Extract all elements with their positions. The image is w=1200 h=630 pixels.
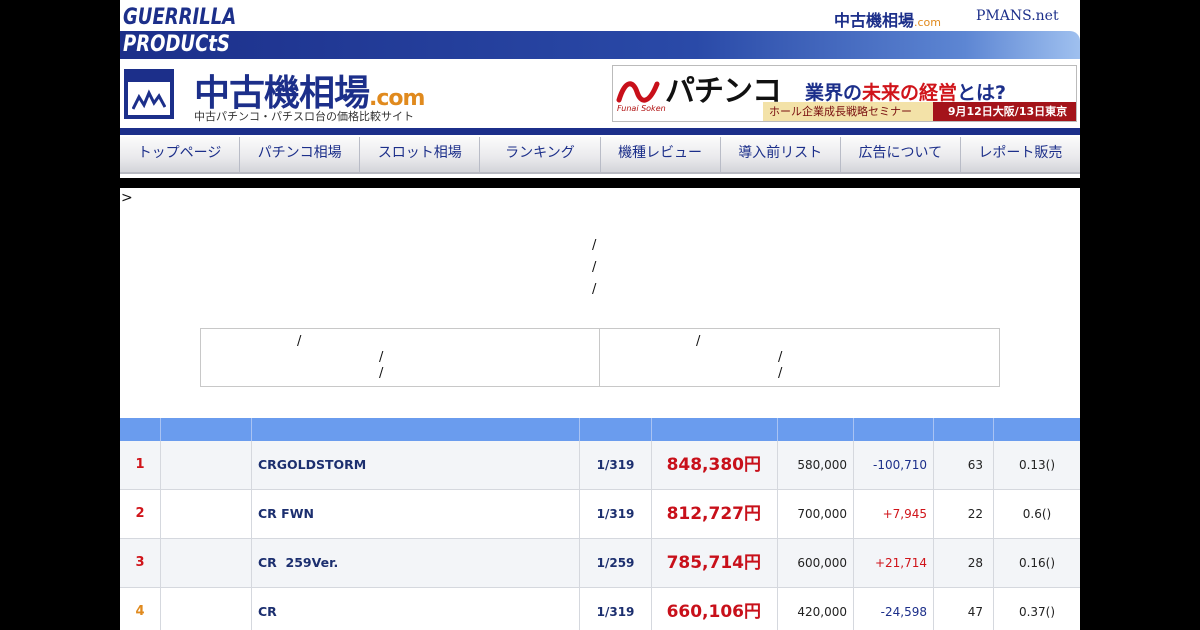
ad-seminar: ホール企業成長戦略セミナー [763, 102, 933, 121]
ad-banner[interactable]: Funai Soken パチンコ 業界の未来の経営とは? ホール企業成長戦略セミ… [612, 65, 1077, 122]
summary-separator: / [592, 260, 597, 275]
machine-image[interactable] [161, 441, 252, 490]
info-separator: / [379, 366, 384, 381]
price: 812,727円 [652, 490, 778, 539]
base-price: 600,000 [778, 539, 854, 588]
machine-name[interactable]: CR FWN [252, 490, 580, 539]
machine-image[interactable] [161, 490, 252, 539]
nav-ranking[interactable]: ランキング [480, 137, 601, 172]
guerrilla-brand-bar: GUERRILLA PRODUCtS 中古機相場.com PMANS.net [120, 0, 1080, 59]
info-separator: / [379, 350, 384, 365]
price-diff: -24,598 [854, 588, 934, 630]
machine-image[interactable] [161, 539, 252, 588]
table-header [120, 418, 1080, 441]
info-separator: / [297, 334, 302, 349]
table-row[interactable]: 1 CRGOLDSTORM 1/319 848,380円 580,000 -10… [120, 441, 1080, 490]
count: 47 [934, 588, 994, 630]
info-separator: / [778, 366, 783, 381]
ad-strip: ホール企業成長戦略セミナー 9月12日大阪/13日東京 [763, 102, 1076, 121]
divider-band [120, 178, 1080, 188]
price-diff: -100,710 [854, 441, 934, 490]
info-box: / / / / / / [200, 328, 1000, 387]
ad-dates: 9月12日大阪/13日東京 [947, 105, 1068, 118]
count: 63 [934, 441, 994, 490]
summary-separator: / [592, 238, 597, 253]
nav-top[interactable]: トップページ [120, 137, 241, 172]
machine-image[interactable] [161, 588, 252, 630]
nav-ads[interactable]: 広告について [841, 137, 961, 172]
rank: 1 [120, 441, 161, 490]
ratio: 0.37() [1018, 605, 1056, 619]
base-price: 580,000 [778, 441, 854, 490]
rank: 2 [120, 490, 161, 539]
base-price: 420,000 [778, 588, 854, 630]
price-diff: +7,945 [854, 490, 934, 539]
site-logo-icon[interactable] [124, 69, 174, 119]
toplink-pmans[interactable]: PMANS.net [976, 8, 1059, 24]
machine-name[interactable]: CR [252, 588, 580, 630]
guerrilla-logo-line1[interactable]: GUERRILLA [123, 5, 236, 30]
machine-name[interactable]: CRGOLDSTORM [252, 441, 580, 490]
info-separator: / [696, 334, 701, 349]
probability: 1/319 [580, 588, 652, 630]
table-row[interactable]: 4 CR 1/319 660,106円 420,000 -24,598 47 0… [120, 588, 1080, 630]
header-rule [120, 128, 1080, 135]
price: 660,106円 [652, 588, 778, 630]
price-diff: +21,714 [854, 539, 934, 588]
main-nav: トップページ パチンコ相場 スロット相場 ランキング 機種レビュー 導入前リスト… [120, 137, 1080, 174]
price: 848,380円 [652, 441, 778, 490]
guerrilla-logo-line2[interactable]: PRODUCtS [123, 32, 230, 57]
site-subtitle: 中古パチンコ・パチスロ台の価格比較サイト [194, 110, 414, 123]
price: 785,714円 [652, 539, 778, 588]
machine-name[interactable]: CR 259Ver. [252, 539, 580, 588]
count: 28 [934, 539, 994, 588]
info-separator: / [778, 350, 783, 365]
nav-pachinko[interactable]: パチンコ相場 [240, 137, 361, 172]
summary-separator: / [592, 282, 597, 297]
ratio: 0.6() [1022, 507, 1052, 521]
nav-prelist[interactable]: 導入前リスト [721, 137, 841, 172]
table-row[interactable]: 2 CR FWN 1/319 812,727円 700,000 +7,945 2… [120, 490, 1080, 539]
breadcrumb: > [121, 190, 133, 206]
nav-report[interactable]: レポート販売 [961, 137, 1080, 172]
ratio: 0.16() [1018, 556, 1056, 570]
ratio: 0.13() [1018, 458, 1056, 472]
nav-review[interactable]: 機種レビュー [601, 137, 721, 172]
page: GUERRILLA PRODUCtS 中古機相場.com PMANS.net 中… [120, 0, 1080, 630]
table-row[interactable]: 3 CR 259Ver. 1/259 785,714円 600,000 +21,… [120, 539, 1080, 588]
probability: 1/319 [580, 490, 652, 539]
ad-headline2: 業界の未来の経営とは? [805, 82, 1007, 104]
probability: 1/259 [580, 539, 652, 588]
nav-slot[interactable]: スロット相場 [360, 137, 481, 172]
ad-brand: Funai Soken [617, 104, 666, 113]
count: 22 [934, 490, 994, 539]
toplink-site[interactable]: 中古機相場.com [834, 7, 941, 31]
rank: 4 [120, 588, 161, 630]
base-price: 700,000 [778, 490, 854, 539]
probability: 1/319 [580, 441, 652, 490]
rank: 3 [120, 539, 161, 588]
